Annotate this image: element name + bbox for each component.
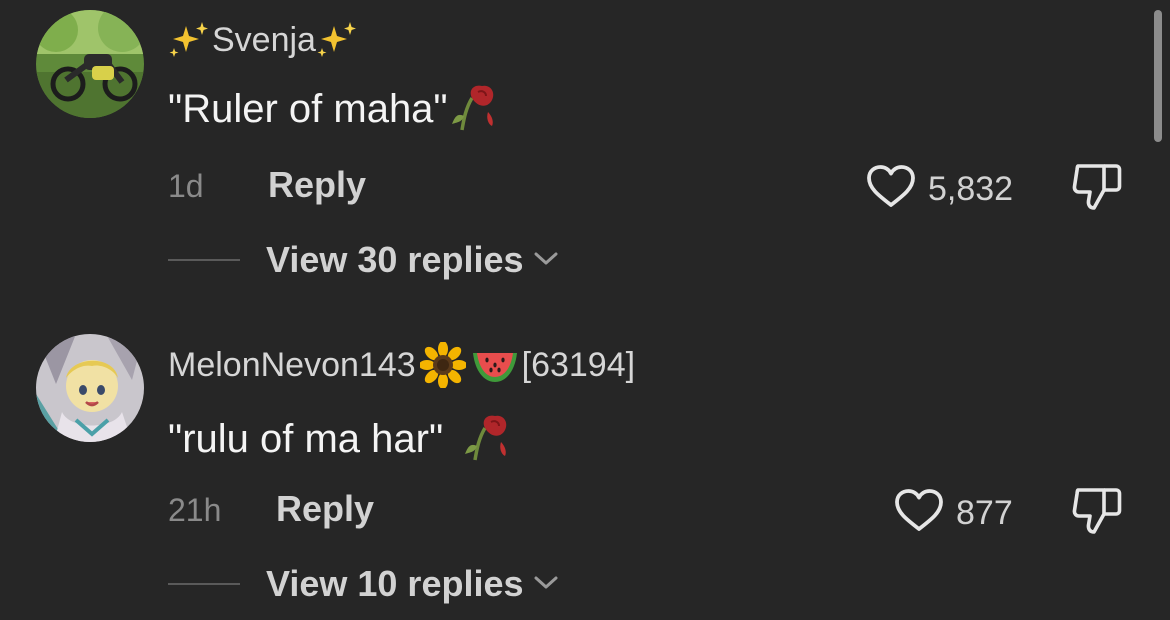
dislike-button[interactable] [1070,162,1124,217]
thumbs-down-icon [1072,488,1122,534]
chevron-down-icon [532,572,560,597]
view-replies-label: View 10 replies [266,563,524,604]
like-count: 877 [956,493,1013,532]
watermelon-icon [470,345,520,385]
view-replies-button[interactable]: View 30 replies [168,242,560,278]
username-tag: [63194] [521,346,636,384]
comment-item: Svenja "Ruler of maha" 1d Reply 5,832 Vi… [0,0,1170,310]
like-button[interactable]: 5,832 [866,164,1013,213]
username-text: MelonNevon143 [168,346,416,384]
chevron-down-icon [532,248,560,273]
comment-timestamp: 1d [168,168,204,204]
comment-item: MelonNevon143 [63194] "rulu of ma har" 2… [0,320,1170,620]
comment-body: "rulu of ma har" [168,416,444,461]
thumbs-down-icon [1072,164,1122,210]
avatar[interactable] [36,10,144,118]
sparkles-icon [168,20,212,60]
view-replies-label: View 30 replies [266,239,524,280]
username[interactable]: MelonNevon143 [63194] [168,342,635,388]
reply-button[interactable]: Reply [268,167,366,203]
avatar[interactable] [36,334,144,442]
replies-divider [168,583,240,585]
like-button[interactable]: 877 [894,488,1013,537]
avatar-image [36,334,144,442]
heart-icon [894,488,944,537]
heart-icon [866,164,916,213]
avatar-image [36,10,144,118]
username[interactable]: Svenja [168,20,360,60]
replies-divider [168,259,240,261]
sparkles-icon [316,20,360,60]
comment-timestamp: 21h [168,492,222,528]
view-replies-button[interactable]: View 10 replies [168,566,560,602]
username-text: Svenja [212,21,316,59]
reply-button[interactable]: Reply [276,491,374,527]
comment-text: "Ruler of maha" [168,78,504,139]
wilted-flower-icon [448,78,504,139]
dislike-button[interactable] [1070,486,1124,541]
comment-text: "rulu of ma har" [168,408,517,469]
sunflower-icon [419,342,466,388]
like-count: 5,832 [928,169,1014,208]
comment-body: "Ruler of maha" [168,86,448,131]
wilted-flower-icon [461,408,517,469]
